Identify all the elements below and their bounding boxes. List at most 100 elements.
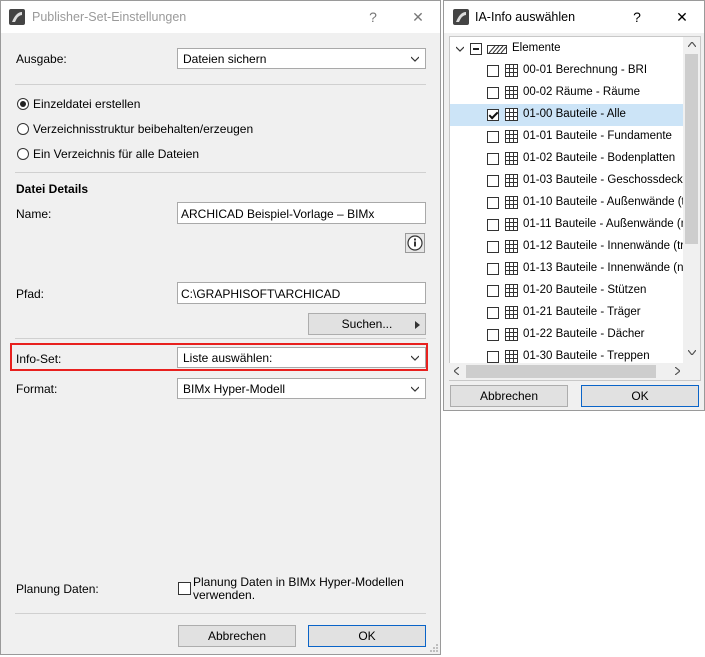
tree-item-label: 01-03 Bauteile - Geschossdecken <box>523 174 696 186</box>
chevron-down-icon[interactable] <box>456 45 464 53</box>
radio-one-directory[interactable] <box>17 148 29 160</box>
tree-item-checkbox[interactable] <box>487 263 499 275</box>
radio-single-file-label: Einzeldatei erstellen <box>33 97 141 111</box>
tree-item-checkbox[interactable] <box>487 351 499 363</box>
tree-item[interactable]: 01-00 Bauteile - Alle <box>450 104 690 126</box>
tree-item-label: 01-21 Bauteile - Träger <box>523 306 641 318</box>
ia-info-tree[interactable]: Elemente 00-01 Berechnung - BRI 00-02 Räu… <box>449 36 701 381</box>
tree-item[interactable]: 00-01 Berechnung - BRI <box>450 60 690 82</box>
table-grid-icon <box>505 196 518 209</box>
title-bar: Publisher-Set-Einstellungen ? ✕ <box>1 1 440 33</box>
tree-item-checkbox[interactable] <box>487 87 499 99</box>
tree-item-label: 00-01 Berechnung - BRI <box>523 64 648 76</box>
scroll-left-icon[interactable] <box>454 367 459 375</box>
scroll-right-icon[interactable] <box>675 367 680 375</box>
tree-item[interactable]: 01-10 Bauteile - Außenwände (tra <box>450 192 695 214</box>
table-grid-icon <box>505 328 518 341</box>
tree-item[interactable]: 01-02 Bauteile - Bodenplatten <box>450 148 690 170</box>
tree-item[interactable]: 01-21 Bauteile - Träger <box>450 302 690 324</box>
table-grid-icon <box>505 152 518 165</box>
info-icon[interactable] <box>405 233 425 253</box>
tree-item-checkbox[interactable] <box>487 153 499 165</box>
archicad-logo-icon <box>9 9 25 25</box>
tree-item-checkbox[interactable] <box>487 219 499 231</box>
close-button[interactable]: ✕ <box>405 6 431 28</box>
scroll-up-icon[interactable] <box>688 42 696 47</box>
vertical-scrollbar[interactable] <box>683 37 700 380</box>
tree-item-checkbox[interactable] <box>487 197 499 209</box>
tree-item[interactable]: 01-22 Bauteile - Dächer <box>450 324 690 346</box>
ok-button[interactable]: OK <box>581 385 699 407</box>
tree-item-checkbox[interactable] <box>487 109 499 121</box>
path-field[interactable]: C:\GRAPHISOFT\ARCHICAD <box>177 282 426 304</box>
tree-item-label: 01-12 Bauteile - Innenwände (trag <box>523 240 697 252</box>
dialog-title: IA-Info auswählen <box>475 10 576 24</box>
tree-item-checkbox[interactable] <box>487 131 499 143</box>
close-button[interactable]: ✕ <box>669 6 695 28</box>
tree-collapse-toggle[interactable] <box>470 43 482 55</box>
divider <box>15 172 426 173</box>
table-grid-icon <box>505 108 518 121</box>
radio-single-file[interactable] <box>17 98 29 110</box>
table-grid-icon <box>505 218 518 231</box>
planning-data-checkbox-label: Planung Daten in BIMx Hyper-Modellen ver… <box>193 576 404 602</box>
format-dropdown[interactable]: BIMx Hyper-Modell <box>177 378 426 399</box>
table-grid-icon <box>505 240 518 253</box>
horizontal-scroll-thumb[interactable] <box>466 365 656 378</box>
name-field[interactable]: ARCHICAD Beispiel-Vorlage – BIMx <box>177 202 426 224</box>
radio-keep-structure[interactable] <box>17 123 29 135</box>
planning-data-checkbox[interactable] <box>178 582 191 595</box>
tree-item[interactable]: 01-01 Bauteile - Fundamente <box>450 126 690 148</box>
tree-item-checkbox[interactable] <box>487 175 499 187</box>
info-set-label: Info-Set: <box>16 352 62 366</box>
chevron-down-icon <box>411 56 419 62</box>
tree-item-checkbox[interactable] <box>487 65 499 77</box>
chevron-down-icon <box>411 355 419 361</box>
tree-item-checkbox[interactable] <box>487 285 499 297</box>
format-label: Format: <box>16 382 58 396</box>
planning-data-label: Planung Daten: <box>16 582 99 596</box>
name-label: Name: <box>16 207 52 221</box>
tree-root-elements[interactable]: Elemente <box>450 38 690 60</box>
tree-item[interactable]: 01-12 Bauteile - Innenwände (trag <box>450 236 697 258</box>
tree-item-label: 01-30 Bauteile - Treppen <box>523 350 650 362</box>
scroll-down-icon[interactable] <box>688 350 696 355</box>
tree-item[interactable]: 01-20 Bauteile - Stützen <box>450 280 690 302</box>
tree-item-label: 01-20 Bauteile - Stützen <box>523 284 647 296</box>
browse-button[interactable]: Suchen... <box>308 313 426 335</box>
dialog-title: Publisher-Set-Einstellungen <box>32 10 187 24</box>
output-dropdown[interactable]: Dateien sichern <box>177 48 426 69</box>
cancel-button[interactable]: Abbrechen <box>178 625 296 647</box>
info-set-dropdown[interactable]: Liste auswählen: <box>177 347 426 368</box>
radio-one-directory-label: Ein Verzeichnis für alle Dateien <box>33 147 200 161</box>
tree-item[interactable]: 01-13 Bauteile - Innenwände (nic <box>450 258 692 280</box>
tree-item[interactable]: 00-02 Räume - Räume <box>450 82 690 104</box>
resize-grip-icon[interactable] <box>429 643 439 653</box>
divider <box>15 84 426 85</box>
name-value: ARCHICAD Beispiel-Vorlage – BIMx <box>181 207 375 221</box>
format-value: BIMx Hyper-Modell <box>183 382 286 396</box>
tree-item-checkbox[interactable] <box>487 241 499 253</box>
ia-info-select-dialog: IA-Info auswählen ? ✕ Elemente 00-01 Ber… <box>443 0 705 411</box>
vertical-scroll-thumb[interactable] <box>685 54 698 244</box>
path-label: Pfad: <box>16 287 45 301</box>
table-grid-icon <box>505 350 518 363</box>
tree-item-checkbox[interactable] <box>487 329 499 341</box>
tree-item[interactable]: 01-11 Bauteile - Außenwände (nic <box>450 214 695 236</box>
tree-item-label: 01-00 Bauteile - Alle <box>523 108 626 120</box>
help-button[interactable]: ? <box>360 6 386 28</box>
tree-item[interactable]: 01-03 Bauteile - Geschossdecken <box>450 170 696 192</box>
table-grid-icon <box>505 86 518 99</box>
tree-item-checkbox[interactable] <box>487 307 499 319</box>
path-value: C:\GRAPHISOFT\ARCHICAD <box>181 287 341 301</box>
ok-button[interactable]: OK <box>308 625 426 647</box>
cancel-button[interactable]: Abbrechen <box>450 385 568 407</box>
file-details-heading: Datei Details <box>16 182 89 196</box>
help-button[interactable]: ? <box>624 6 650 28</box>
publisher-set-settings-dialog: Publisher-Set-Einstellungen ? ✕ Ausgabe:… <box>0 0 441 655</box>
table-grid-icon <box>505 64 518 77</box>
divider <box>15 613 426 614</box>
tree-item-label: 01-02 Bauteile - Bodenplatten <box>523 152 676 164</box>
planning-data-text-line2: verwenden. <box>193 588 256 602</box>
horizontal-scrollbar[interactable] <box>449 363 684 380</box>
